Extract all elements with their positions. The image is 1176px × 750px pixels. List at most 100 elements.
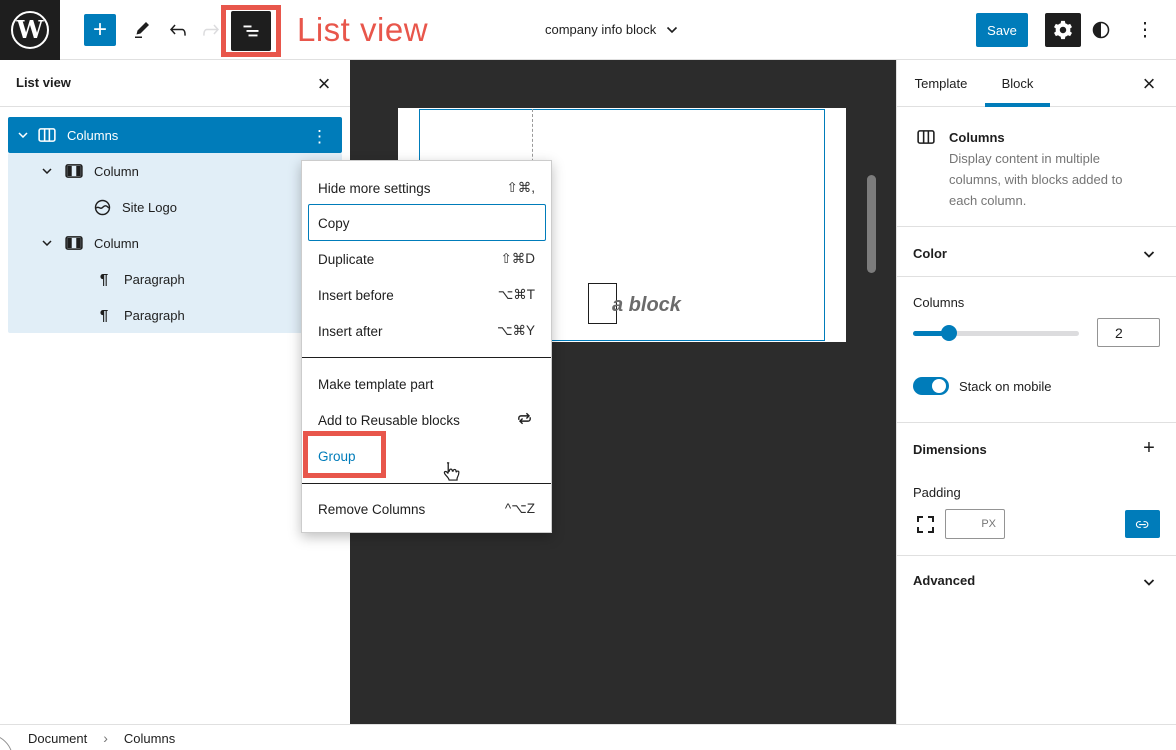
tab-template[interactable]: Template xyxy=(897,60,985,107)
contrast-icon xyxy=(1092,21,1110,39)
block-inserter-button[interactable]: + xyxy=(84,14,116,46)
redo-icon xyxy=(203,24,219,36)
collapse-chevron-icon[interactable] xyxy=(16,132,30,138)
color-section-toggle[interactable] xyxy=(1141,246,1157,262)
tree-row-label: Column xyxy=(94,235,139,251)
stack-on-mobile-toggle[interactable] xyxy=(913,377,949,395)
tab-block[interactable]: Block xyxy=(985,60,1050,107)
menu-item-label: Hide more settings xyxy=(318,180,431,196)
options-menu-button[interactable]: ⋮ xyxy=(1130,14,1160,46)
save-button-label: Save xyxy=(987,22,1017,38)
padding-label: Padding xyxy=(913,485,961,500)
close-sidebar-button[interactable]: × xyxy=(1135,70,1163,98)
menu-item-shortcut: ⌥⌘Y xyxy=(496,323,535,338)
chevron-down-icon xyxy=(1143,250,1155,258)
row-options-button[interactable]: ⋮ xyxy=(311,127,328,147)
menu-item-label: Remove Columns xyxy=(318,501,426,517)
menu-item-label: Make template part xyxy=(318,376,434,392)
menu-item-label: Group xyxy=(318,448,356,464)
link-sides-button[interactable] xyxy=(1125,510,1160,538)
divider xyxy=(897,555,1176,556)
reusable-block-icon xyxy=(514,408,535,432)
padding-unit: PX xyxy=(981,518,996,530)
menu-item-label: Copy xyxy=(318,215,350,231)
tree-row-label: Site Logo xyxy=(122,199,177,215)
chevron-down-icon xyxy=(1143,578,1155,586)
tree-row-columns[interactable]: Columns ⋮ xyxy=(8,117,342,153)
breadcrumb-document[interactable]: Document xyxy=(28,731,87,746)
document-title-button[interactable]: company info block xyxy=(545,22,678,37)
color-section-title: Color xyxy=(913,246,947,261)
redo-button-disabled[interactable] xyxy=(199,18,223,42)
corner-circle-decoration xyxy=(0,734,13,750)
padding-value-input[interactable]: PX xyxy=(945,509,1005,539)
columns-count-slider[interactable] xyxy=(913,325,1079,341)
save-button[interactable]: Save xyxy=(976,13,1028,47)
tree-row-column-1[interactable]: Column xyxy=(8,153,342,189)
pencil-icon xyxy=(135,22,149,38)
settings-sidebar: Template Block × Columns Display content… xyxy=(896,60,1176,724)
breadcrumb-columns[interactable]: Columns xyxy=(124,731,175,746)
paragraph-icon: ¶ xyxy=(99,306,109,324)
styles-button[interactable] xyxy=(1090,19,1112,41)
list-view-panel: List view × Columns ⋮ Column Site Logo C… xyxy=(0,60,350,724)
close-list-view-button[interactable]: × xyxy=(310,70,338,98)
tree-row-paragraph-2[interactable]: ¶ Paragraph xyxy=(8,297,342,333)
undo-button[interactable] xyxy=(166,18,190,42)
divider xyxy=(897,422,1176,423)
tree-row-label: Paragraph xyxy=(124,271,185,287)
menu-item-copy[interactable]: Copy xyxy=(302,205,551,241)
columns-block-icon xyxy=(916,130,936,144)
undo-icon xyxy=(170,24,186,36)
advanced-section-toggle[interactable] xyxy=(1141,574,1157,590)
menu-item-shortcut: ⇧⌘D xyxy=(500,251,535,266)
divider xyxy=(897,276,1176,277)
editor-topbar: W + List view company info block Save ⋮ xyxy=(0,0,1176,60)
collapse-chevron-icon[interactable] xyxy=(40,168,54,174)
tree-row-site-logo[interactable]: Site Logo xyxy=(8,189,342,225)
link-icon xyxy=(1135,520,1149,528)
menu-item-duplicate[interactable]: Duplicate ⇧⌘D xyxy=(302,241,551,277)
paragraph-placeholder-text[interactable]: a block xyxy=(612,294,681,317)
list-view-highlight-box xyxy=(221,5,281,57)
site-logo-icon xyxy=(92,199,112,216)
tree-row-column-2[interactable]: Column xyxy=(8,225,342,261)
mouse-cursor-hand xyxy=(437,460,463,491)
tree-row-paragraph-1[interactable]: ¶ Paragraph xyxy=(8,261,342,297)
menu-item-label: Insert before xyxy=(318,287,394,303)
menu-item-make-template-part[interactable]: Make template part xyxy=(302,366,551,402)
menu-item-remove-columns[interactable]: Remove Columns ^⌥Z xyxy=(302,491,551,527)
menu-item-insert-after[interactable]: Insert after ⌥⌘Y xyxy=(302,313,551,349)
menu-item-insert-before[interactable]: Insert before ⌥⌘T xyxy=(302,277,551,313)
settings-button[interactable] xyxy=(1045,13,1081,47)
columns-count-input[interactable] xyxy=(1097,318,1160,347)
columns-count-label: Columns xyxy=(913,295,965,310)
tools-button[interactable] xyxy=(130,18,154,42)
block-card-title: Columns xyxy=(949,130,1005,145)
breadcrumb-separator-icon: › xyxy=(103,730,108,746)
paragraph-icon: ¶ xyxy=(99,270,109,288)
tab-label: Template xyxy=(914,76,968,91)
canvas-scrollbar[interactable] xyxy=(867,175,876,273)
chevron-down-icon xyxy=(667,26,678,33)
gear-icon xyxy=(1054,20,1072,40)
dimensions-add-button[interactable]: + xyxy=(1141,437,1157,459)
block-options-menu: Hide more settings ⇧⌘, Copy Duplicate ⇧⌘… xyxy=(301,160,552,533)
toggle-knob xyxy=(932,379,946,393)
menu-item-label: Insert after xyxy=(318,323,383,339)
menu-item-group[interactable]: Group xyxy=(302,438,551,474)
list-view-icon xyxy=(243,25,259,37)
list-view-annotation-label: List view xyxy=(297,11,429,48)
column-block-icon xyxy=(64,236,84,250)
menu-item-hide-more-settings[interactable]: Hide more settings ⇧⌘, xyxy=(302,170,551,206)
list-view-button[interactable] xyxy=(231,11,271,51)
document-title-text: company info block xyxy=(545,22,657,37)
divider xyxy=(897,226,1176,227)
wordpress-logo[interactable]: W xyxy=(0,0,60,60)
padding-sides-icon[interactable] xyxy=(917,516,934,533)
slider-thumb[interactable] xyxy=(941,325,957,341)
menu-item-label: Add to Reusable blocks xyxy=(318,412,460,428)
dimensions-section-title: Dimensions xyxy=(913,442,987,457)
collapse-chevron-icon[interactable] xyxy=(40,240,54,246)
menu-separator xyxy=(302,357,551,358)
